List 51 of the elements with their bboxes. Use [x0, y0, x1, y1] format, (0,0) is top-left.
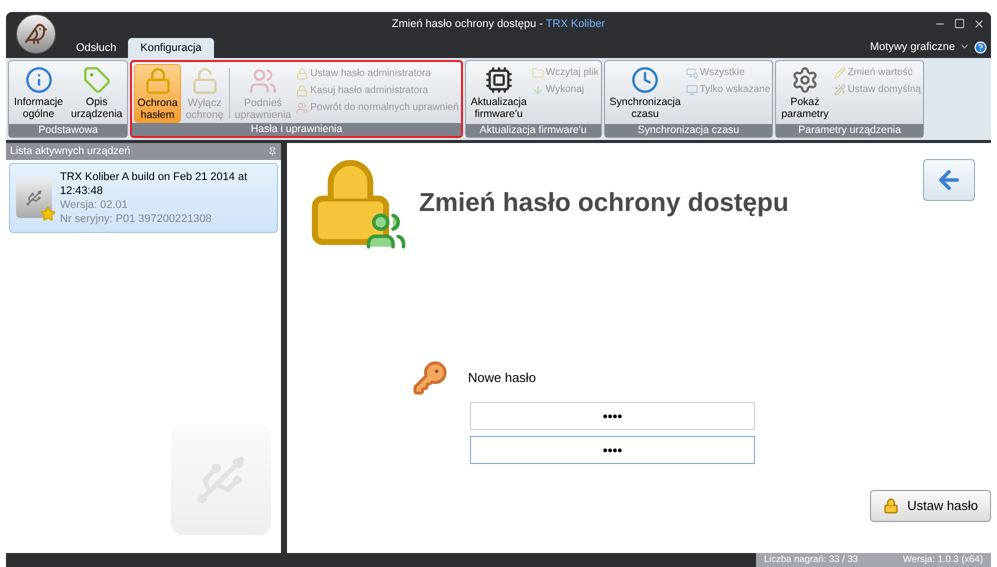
ribbon-tab[interactable]: Konfiguracja — [128, 38, 214, 58]
ribbon-button[interactable]: Ochrona hasłem — [134, 64, 181, 123]
device-serial: Nr seryjny: P01 397200221308 — [60, 212, 213, 226]
folder-icon — [532, 66, 544, 78]
ribbon-button[interactable]: Pokaż parametry — [778, 63, 832, 124]
maximize-icon[interactable] — [954, 18, 965, 29]
help-icon[interactable] — [974, 41, 987, 54]
users-icon — [296, 102, 308, 114]
ribbon-group-title: Parametry urządzenia — [776, 124, 923, 137]
ribbon-button[interactable]: Aktualizacja firmware'u — [468, 63, 530, 124]
down-arrow-icon — [532, 84, 544, 96]
settings-icon — [790, 66, 819, 94]
window-title: Zmień hasło ochrony dostępu - TRX Koliber — [392, 16, 606, 32]
lock-icon — [296, 84, 308, 96]
field-label: Nowe hasło — [468, 369, 536, 388]
recordings-count: Liczba nagrań: 33 / 33 — [764, 552, 858, 567]
panel-title: Lista aktywnych urządzeń — [10, 144, 130, 159]
close-icon[interactable] — [973, 18, 985, 30]
device-name: TRX Koliber A build on Feb 21 2014 at 12:43:48 — [60, 170, 248, 198]
themes-menu[interactable]: Motywy graficzne — [870, 38, 970, 55]
pencil-icon — [834, 66, 846, 78]
password-field[interactable]: •••• — [470, 402, 755, 430]
set-password-button[interactable]: Ustaw hasło — [870, 490, 991, 522]
lock-icon — [296, 68, 308, 80]
ribbon-tab[interactable]: Odsłuch — [64, 38, 128, 58]
password-field[interactable]: •••• — [470, 436, 755, 464]
device-version: Wersja: 02.01 — [60, 198, 129, 212]
ribbon-button[interactable]: Synchronizacja czasu — [606, 63, 684, 124]
ribbon-button[interactable]: Informacje ogólne — [11, 63, 66, 124]
ribbon-group-title: Podstawowa — [9, 124, 128, 137]
monitor-icon — [686, 84, 698, 96]
users-icon — [248, 67, 277, 95]
tag-icon — [82, 66, 111, 94]
open-lock-icon — [190, 67, 219, 95]
back-button[interactable] — [923, 159, 975, 201]
ribbon-group-title: Aktualizacja firmware'u — [466, 124, 601, 137]
info-icon — [24, 66, 53, 94]
lock-icon — [144, 67, 172, 95]
key-icon — [412, 360, 448, 396]
ribbon-button[interactable]: Opis urządzenia — [68, 63, 126, 124]
monitors-icon — [686, 66, 698, 78]
pin-icon[interactable] — [268, 147, 277, 156]
chip-icon — [484, 66, 513, 94]
app-version: Wersja: 1.0.3 (x64) — [902, 552, 983, 567]
app-logo-icon[interactable] — [16, 14, 56, 54]
ribbon-group-title: Hasła i uprawnienia — [132, 123, 461, 136]
ribbon-group-title: Synchronizacja czasu — [604, 124, 772, 137]
wand-icon — [834, 84, 846, 96]
lock-icon — [883, 498, 900, 514]
clock-icon — [631, 66, 660, 94]
page-heading: Zmień hasło ochrony dostępu — [419, 186, 789, 219]
